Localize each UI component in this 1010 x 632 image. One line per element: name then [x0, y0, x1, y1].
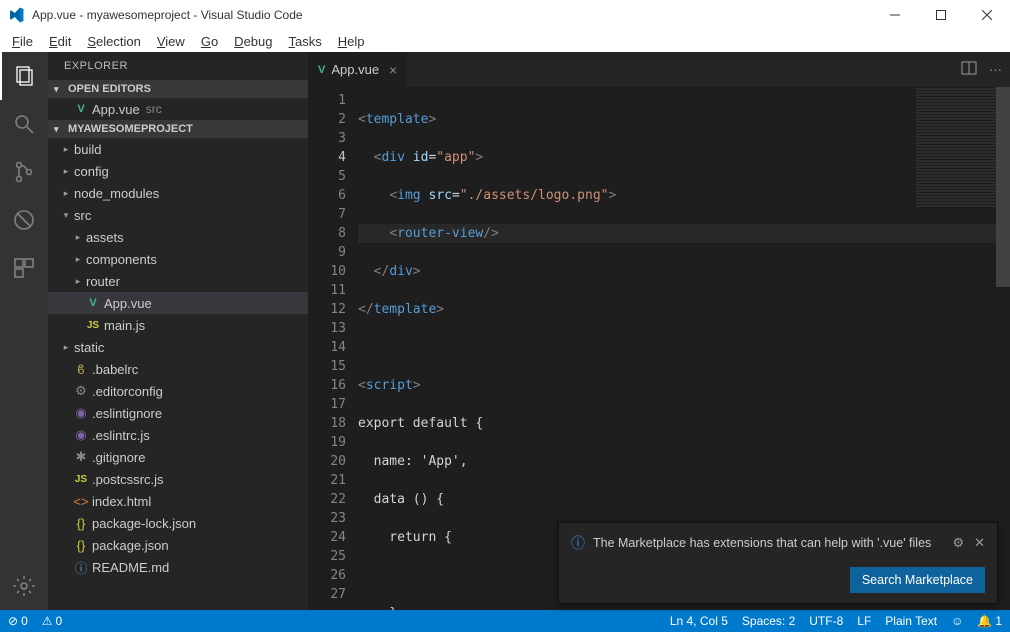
tab-appvue[interactable]: V App.vue × [308, 52, 407, 87]
info-icon: ⓘ [72, 558, 90, 577]
menu-edit[interactable]: Edit [41, 32, 79, 51]
notification-toast: ⓘ The Marketplace has extensions that ca… [558, 522, 998, 604]
file-babelrc[interactable]: ϐ.babelrc [48, 358, 308, 380]
status-spaces[interactable]: Spaces: 2 [742, 614, 795, 628]
menu-debug[interactable]: Debug [226, 32, 280, 51]
gutter: 1234567891011121314151617181920212223242… [308, 87, 358, 610]
folder-src[interactable]: ▾src [48, 204, 308, 226]
statusbar: ⊘ 0 ⚠ 0 Ln 4, Col 5 Spaces: 2 UTF-8 LF P… [0, 610, 1010, 632]
tabs: V App.vue × ··· [308, 52, 1010, 87]
more-icon[interactable]: ··· [989, 62, 1002, 77]
file-appvue[interactable]: VApp.vue [48, 292, 308, 314]
sidebar-title: EXPLORER [48, 52, 308, 80]
settings-gear-icon[interactable] [0, 562, 48, 610]
status-language[interactable]: Plain Text [885, 614, 937, 628]
json-icon: {} [72, 538, 90, 553]
file-eslintrcjs[interactable]: ◉.eslintrc.js [48, 424, 308, 446]
window-title: App.vue - myawesomeproject - Visual Stud… [32, 8, 872, 22]
close-icon[interactable]: × [389, 62, 397, 78]
file-packagelock[interactable]: {}package-lock.json [48, 512, 308, 534]
close-button[interactable] [964, 0, 1010, 30]
folder-router[interactable]: ▸router [48, 270, 308, 292]
menu-tasks[interactable]: Tasks [280, 32, 329, 51]
menu-view[interactable]: View [149, 32, 193, 51]
html-icon: <> [72, 494, 90, 509]
notification-message: The Marketplace has extensions that can … [593, 536, 944, 550]
extensions-icon[interactable] [0, 244, 48, 292]
scrollbar[interactable] [996, 87, 1010, 610]
file-indexhtml[interactable]: <>index.html [48, 490, 308, 512]
sidebar: EXPLORER ▾OPEN EDITORS V App.vue src ▾MY… [48, 52, 308, 610]
file-eslintignore[interactable]: ◉.eslintignore [48, 402, 308, 424]
vscode-logo-icon [8, 7, 24, 23]
menu-file[interactable]: File [4, 32, 41, 51]
debug-icon[interactable] [0, 196, 48, 244]
file-mainjs[interactable]: JSmain.js [48, 314, 308, 336]
source-control-icon[interactable] [0, 148, 48, 196]
menu-selection[interactable]: Selection [79, 32, 148, 51]
vue-icon: V [84, 297, 102, 309]
close-icon[interactable]: ✕ [974, 535, 985, 551]
menubar: File Edit Selection View Go Debug Tasks … [0, 30, 1010, 52]
status-feedback[interactable]: ☺ [951, 614, 963, 628]
maximize-button[interactable] [918, 0, 964, 30]
eslint-icon: ◉ [72, 405, 90, 421]
vue-icon: V [318, 64, 325, 76]
babel-icon: ϐ [72, 362, 90, 377]
json-icon: {} [72, 516, 90, 531]
activity-bar [0, 52, 48, 610]
project-header[interactable]: ▾MYAWESOMEPROJECT [48, 120, 308, 138]
status-eol[interactable]: LF [857, 614, 871, 628]
folder-assets[interactable]: ▸assets [48, 226, 308, 248]
menu-help[interactable]: Help [330, 32, 373, 51]
open-editor-appvue[interactable]: V App.vue src [48, 98, 308, 120]
git-icon: ✱ [72, 449, 90, 465]
status-errors[interactable]: ⊘ 0 [8, 614, 28, 628]
file-gitignore[interactable]: ✱.gitignore [48, 446, 308, 468]
folder-node-modules[interactable]: ▸node_modules [48, 182, 308, 204]
folder-config[interactable]: ▸config [48, 160, 308, 182]
file-editorconfig[interactable]: ⚙.editorconfig [48, 380, 308, 402]
eslint-icon: ◉ [72, 427, 90, 443]
folder-components[interactable]: ▸components [48, 248, 308, 270]
gear-icon[interactable]: ⚙ [952, 535, 964, 551]
search-marketplace-button[interactable]: Search Marketplace [850, 567, 985, 593]
file-packagejson[interactable]: {}package.json [48, 534, 308, 556]
open-editors-header[interactable]: ▾OPEN EDITORS [48, 80, 308, 98]
js-icon: JS [84, 320, 102, 331]
gear-icon: ⚙ [72, 383, 90, 399]
titlebar: App.vue - myawesomeproject - Visual Stud… [0, 0, 1010, 30]
explorer-icon[interactable] [0, 52, 48, 100]
js-icon: JS [72, 474, 90, 485]
status-warnings[interactable]: ⚠ 0 [42, 614, 62, 628]
search-icon[interactable] [0, 100, 48, 148]
folder-build[interactable]: ▸build [48, 138, 308, 160]
file-readme[interactable]: ⓘREADME.md [48, 556, 308, 578]
folder-static[interactable]: ▸static [48, 336, 308, 358]
status-notifications[interactable]: 🔔 1 [977, 614, 1002, 628]
file-postcssrcjs[interactable]: JS.postcssrc.js [48, 468, 308, 490]
menu-go[interactable]: Go [193, 32, 226, 51]
status-lncol[interactable]: Ln 4, Col 5 [670, 614, 728, 628]
minimize-button[interactable] [872, 0, 918, 30]
vue-icon: V [72, 103, 90, 115]
info-icon: ⓘ [571, 533, 585, 553]
split-editor-icon[interactable] [961, 60, 977, 79]
status-encoding[interactable]: UTF-8 [809, 614, 843, 628]
